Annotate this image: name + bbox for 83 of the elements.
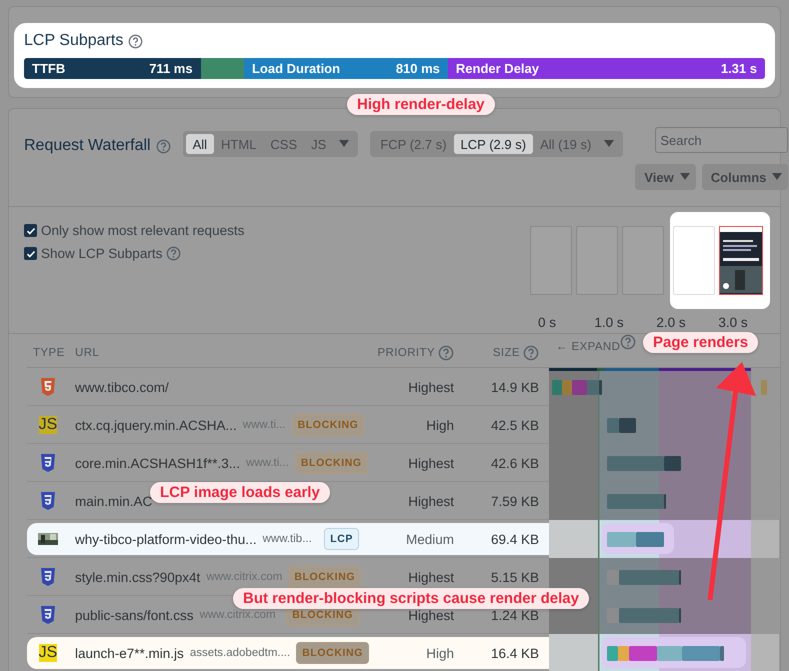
filter-tab[interactable]: JS bbox=[304, 134, 334, 154]
request-url[interactable]: public-sans/font.css bbox=[75, 608, 194, 622]
column-header[interactable]: TYPE bbox=[33, 347, 65, 359]
priority-cell-text: Medium bbox=[404, 532, 454, 546]
section-title: Request Waterfall bbox=[24, 137, 151, 155]
size-cell-text: 7.59 KB bbox=[490, 494, 539, 508]
filter-tab[interactable]: HTML bbox=[214, 134, 264, 154]
request-url[interactable]: why-tibco-platform-video-thu... bbox=[75, 532, 257, 546]
request-url[interactable]: www.tibco.com/ bbox=[75, 380, 169, 394]
annotation-callout: Page renders bbox=[643, 332, 758, 353]
css-file-icon bbox=[41, 568, 55, 586]
subpart-value: 711 ms bbox=[149, 61, 193, 76]
column-header[interactable]: URL bbox=[75, 347, 100, 359]
column-header[interactable]: ← EXPAND bbox=[556, 341, 620, 353]
time-label: 1.0 s bbox=[593, 315, 625, 330]
help-icon[interactable] bbox=[156, 138, 171, 154]
subpart-label: Load Duration bbox=[252, 61, 340, 76]
checkbox-label: Only show most relevant requests bbox=[41, 223, 244, 238]
css-file-icon bbox=[41, 606, 55, 624]
checkbox-label: Show LCP Subparts bbox=[41, 246, 162, 261]
caret-icon bbox=[339, 140, 350, 148]
request-url[interactable]: ctx.cq.jquery.min.ACSHA... bbox=[75, 418, 237, 432]
help-icon[interactable] bbox=[523, 345, 539, 361]
subpart-value: 1.31 s bbox=[720, 61, 757, 76]
filter-tab[interactable]: All (19 s) bbox=[533, 134, 598, 154]
time-label: 0 s bbox=[536, 315, 557, 330]
javascript-file-icon: JS bbox=[38, 416, 58, 434]
filter-tab[interactable]: FCP (2.7 s) bbox=[373, 134, 454, 154]
request-badge: LCP bbox=[324, 528, 359, 550]
priority-cell-text: High bbox=[425, 418, 454, 432]
request-badge: BLOCKING bbox=[292, 414, 364, 436]
section-title: LCP Subparts bbox=[24, 32, 124, 50]
filter-tab[interactable]: All bbox=[186, 134, 214, 154]
priority-cell-text: Highest bbox=[407, 380, 454, 394]
request-url[interactable]: style.min.css?90px4t bbox=[75, 570, 200, 584]
help-icon[interactable] bbox=[620, 334, 636, 350]
css-file-icon bbox=[41, 454, 55, 472]
time-label: 2.0 s bbox=[655, 315, 687, 330]
filter-tab[interactable]: CSS bbox=[263, 134, 304, 154]
subpart-label: Render Delay bbox=[456, 61, 539, 76]
request-badge: BLOCKING bbox=[294, 452, 368, 474]
subpart-value: 810 ms bbox=[396, 61, 440, 76]
caret-icon bbox=[680, 173, 690, 181]
checkbox[interactable] bbox=[24, 224, 37, 237]
request-badge: BLOCKING bbox=[288, 566, 362, 588]
priority-cell-text: Highest bbox=[407, 570, 454, 584]
css-file-icon bbox=[41, 492, 55, 510]
annotation-callout: High render-delay bbox=[347, 94, 495, 115]
subpart-label: TTFB bbox=[32, 61, 66, 76]
help-icon[interactable] bbox=[438, 345, 454, 361]
html-file-icon bbox=[41, 378, 55, 396]
column-header[interactable]: SIZE bbox=[492, 347, 520, 359]
size-cell-text: 5.15 KB bbox=[490, 570, 539, 584]
column-header[interactable]: PRIORITY bbox=[377, 347, 435, 359]
priority-cell-text: High bbox=[425, 646, 454, 660]
priority-cell-text: Highest bbox=[407, 494, 454, 508]
search-field[interactable]: Search bbox=[655, 127, 788, 153]
checkbox[interactable] bbox=[24, 247, 37, 260]
size-cell-text: 69.4 KB bbox=[490, 532, 539, 546]
annotation-callout: But render-blocking scripts cause render delay bbox=[233, 588, 589, 609]
dropdown-button[interactable]: View bbox=[635, 164, 696, 190]
help-icon[interactable] bbox=[128, 34, 144, 48]
time-label: 3.0 s bbox=[717, 315, 749, 330]
size-cell-text: 42.5 KB bbox=[490, 418, 539, 432]
annotation-callout: LCP image loads early bbox=[150, 482, 330, 503]
size-cell-text: 42.6 KB bbox=[490, 456, 539, 470]
request-badge: BLOCKING bbox=[296, 642, 369, 664]
size-cell-text: 16.4 KB bbox=[490, 646, 539, 660]
filter-tab[interactable]: LCP (2.9 s) bbox=[454, 134, 534, 154]
priority-cell-text: Highest bbox=[407, 608, 454, 622]
priority-cell-text: Highest bbox=[407, 456, 454, 470]
request-domain: assets.adobedtm.... bbox=[190, 647, 290, 659]
help-icon[interactable] bbox=[166, 246, 182, 261]
request-url[interactable]: launch-e7**.min.js bbox=[75, 646, 184, 660]
dropdown-button[interactable]: Columns bbox=[702, 164, 788, 190]
caret-icon bbox=[604, 140, 614, 148]
caret-icon bbox=[772, 173, 782, 181]
javascript-file-icon: JS bbox=[38, 644, 58, 662]
request-url[interactable]: core.min.ACSHASH1f**.3... bbox=[75, 456, 240, 470]
request-domain: www.tib... bbox=[262, 533, 312, 545]
size-cell-text: 1.24 KB bbox=[490, 608, 539, 622]
request-url[interactable]: main.min.AC bbox=[75, 494, 152, 508]
size-cell-text: 14.9 KB bbox=[490, 380, 539, 394]
